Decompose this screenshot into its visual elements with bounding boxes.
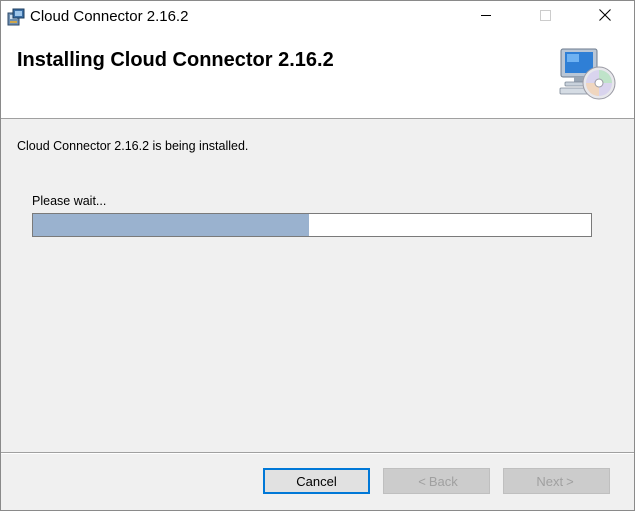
- installer-icon: [7, 8, 25, 26]
- footer-divider-highlight: [1, 453, 634, 454]
- progress-label: Please wait...: [32, 194, 107, 208]
- next-button: Next >: [503, 468, 610, 494]
- page-title: Installing Cloud Connector 2.16.2: [17, 49, 334, 71]
- title-bar[interactable]: Cloud Connector 2.16.2: [1, 1, 634, 32]
- minimize-button[interactable]: [457, 1, 516, 32]
- progress-fill: [33, 214, 310, 236]
- cancel-button-label: Cancel: [296, 473, 337, 489]
- close-button[interactable]: [575, 1, 634, 32]
- maximize-button: [516, 1, 575, 32]
- next-chevron-icon: >: [566, 473, 574, 489]
- back-chevron-icon: <: [418, 473, 426, 489]
- installer-window: Cloud Connector 2.16.2 Installing Cloud …: [0, 0, 635, 511]
- window-title: Cloud Connector 2.16.2: [30, 8, 189, 25]
- back-button-label: Back: [428, 473, 458, 489]
- banner: Installing Cloud Connector 2.16.2: [1, 32, 634, 119]
- close-icon: [598, 8, 611, 26]
- maximize-icon: [540, 8, 551, 26]
- install-progress-bar: [32, 213, 592, 237]
- back-button: < Back: [383, 468, 490, 494]
- computer-cd-icon: [557, 47, 617, 103]
- next-button-label: Next: [536, 473, 564, 489]
- cancel-button[interactable]: Cancel: [263, 468, 370, 494]
- minimize-icon: [481, 8, 492, 26]
- install-status-text: Cloud Connector 2.16.2 is being installe…: [17, 139, 249, 153]
